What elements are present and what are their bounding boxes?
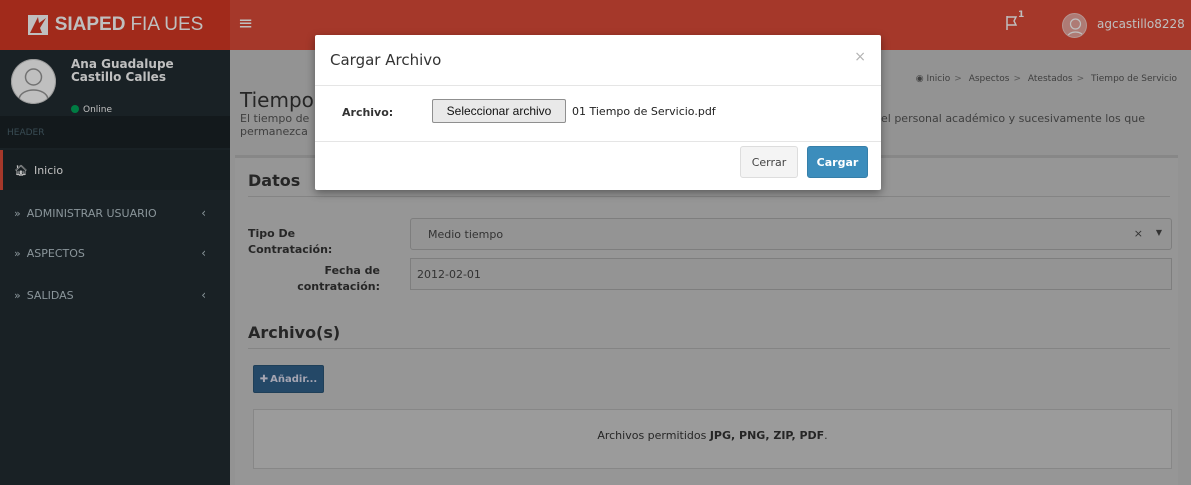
avatar — [11, 59, 56, 104]
modal-body: Archivo: Seleccionar archivo 01 Tiempo d… — [315, 87, 881, 141]
sidebar: Ana Guadalupe Castillo Calles Online HEA… — [0, 50, 230, 485]
fecha-contratacion-label: Fecha de contratación: — [295, 263, 380, 295]
fecha-label-line-1: Fecha de — [324, 264, 380, 277]
sidebar-item-label: SALIDAS — [26, 288, 74, 302]
sidebar-item-salidas[interactable]: » SALIDAS ‹ — [0, 275, 230, 315]
form-box: Datos Tipo De Contratación: Medio tiempo… — [235, 155, 1178, 485]
upload-button[interactable]: Cargar — [807, 146, 868, 178]
file-label: Archivo: — [342, 106, 394, 119]
brand-logo[interactable]: SIAPED FIA UES — [0, 0, 230, 50]
fecha-label-line-2: contratación: — [297, 280, 380, 293]
clear-icon[interactable]: × — [1134, 227, 1143, 240]
sidebar-item-inicio[interactable]: 🏠︎ Inicio — [0, 150, 230, 190]
breadcrumb-aspectos[interactable]: Aspectos — [969, 74, 1010, 84]
chevron-left-icon: ‹ — [201, 288, 206, 302]
username[interactable]: agcastillo8228 — [1097, 17, 1185, 31]
dashboard-icon: ◉ — [915, 74, 924, 84]
add-file-button[interactable]: ✚ Añadir... — [253, 365, 324, 393]
user-silhouette-icon — [11, 59, 56, 104]
sidebar-item-label: ASPECTOS — [26, 246, 85, 260]
user-silhouette-icon — [1066, 18, 1085, 37]
notification-count: 1 — [1018, 10, 1025, 20]
sidebar-user-name: Ana Guadalupe Castillo Calles — [71, 57, 174, 84]
hamburger-icon[interactable]: ≡ — [238, 14, 253, 34]
selected-file-name: 01 Tiempo de Servicio.pdf — [572, 105, 716, 118]
plus-icon: ✚ — [259, 373, 269, 385]
brand-name-rest: FIA UES — [130, 14, 204, 35]
sidebar-item-label: Inicio — [33, 163, 64, 177]
chevron-left-icon: ‹ — [201, 246, 206, 260]
notifications-flag[interactable]: 1 — [1005, 10, 1024, 35]
tipo-contratacion-value: Medio tiempo — [428, 228, 504, 241]
choose-file-button[interactable]: Seleccionar archivo — [432, 99, 566, 123]
tipo-contratacion-label: Tipo De Contratación: — [248, 227, 333, 256]
close-icon[interactable]: × — [854, 49, 866, 65]
flag-icon — [1006, 16, 1018, 30]
double-chevron-icon: » — [14, 246, 21, 260]
modal-header: Cargar Archivo × — [315, 35, 881, 86]
breadcrumb-inicio[interactable]: Inicio — [926, 74, 950, 84]
fecha-contratacion-input[interactable]: 2012-02-01 — [410, 258, 1172, 290]
archivos-heading: Archivo(s) — [248, 323, 1170, 349]
allowed-prefix: Archivos permitidos — [597, 429, 710, 442]
home-icon: 🏠︎ — [14, 163, 28, 177]
double-chevron-icon: » — [14, 206, 21, 220]
page-description-right: el personal académico y sucesivamente lo… — [881, 112, 1145, 125]
breadcrumb: ◉ Inicio > Aspectos > Atestados > Tiempo de… — [915, 74, 1177, 84]
page-title: Tiempo — [240, 88, 314, 112]
breadcrumb-current: Tiempo de Servicio — [1091, 74, 1177, 84]
chevron-down-icon[interactable]: ▼ — [1156, 228, 1162, 237]
online-dot-icon — [71, 105, 79, 113]
allowed-types: JPG, PNG, ZIP, PDF — [709, 429, 825, 442]
status-label: Online — [83, 105, 113, 115]
upload-modal: Cargar Archivo × Archivo: Seleccionar ar… — [315, 35, 881, 190]
modal-title: Cargar Archivo — [330, 51, 442, 69]
file-dropzone[interactable]: Archivos permitidos JPG, PNG, ZIP, PDF. — [253, 409, 1172, 469]
user-avatar-small[interactable] — [1062, 13, 1087, 38]
sidebar-header: HEADER — [0, 116, 230, 148]
sidebar-item-label: ADMINISTRAR USUARIO — [26, 206, 157, 220]
cancel-button[interactable]: Cerrar — [740, 146, 798, 178]
double-chevron-icon: » — [14, 288, 21, 302]
user-panel: Ana Guadalupe Castillo Calles Online — [0, 50, 230, 115]
modal-footer: Cerrar Cargar — [315, 141, 881, 190]
chevron-left-icon: ‹ — [201, 206, 206, 220]
brand-name-bold: SIAPED — [54, 14, 126, 35]
allowed-suffix: . — [824, 429, 828, 442]
sidebar-item-aspectos[interactable]: » ASPECTOS ‹ — [0, 233, 230, 273]
logo-icon — [27, 15, 48, 35]
add-file-label: Añadir... — [270, 373, 318, 385]
user-status: Online — [71, 105, 112, 115]
tipo-contratacion-select[interactable]: Medio tiempo × ▼ — [410, 218, 1172, 250]
sidebar-item-administrar-usuario[interactable]: » ADMINISTRAR USUARIO ‹ — [0, 193, 230, 233]
breadcrumb-atestados[interactable]: Atestados — [1028, 74, 1073, 84]
